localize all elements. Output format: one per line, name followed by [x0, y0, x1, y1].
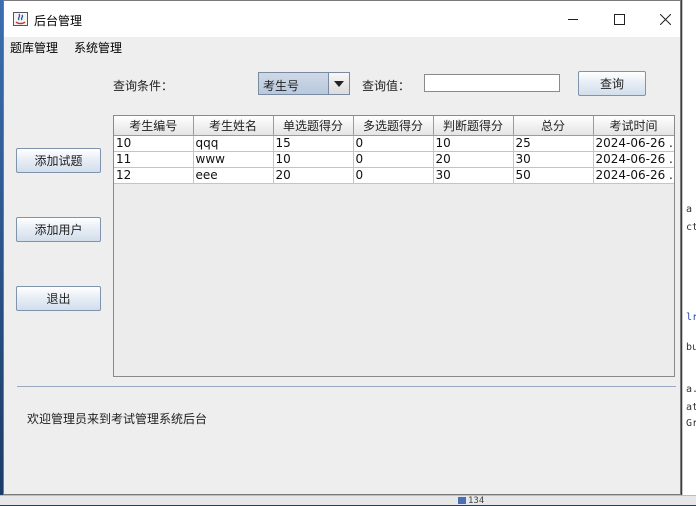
table-cell[interactable]: 0 — [353, 167, 434, 184]
close-button[interactable] — [642, 1, 688, 37]
column-header[interactable]: 单选题得分 — [273, 116, 354, 136]
table-cell[interactable]: 10 — [273, 151, 354, 168]
minimize-button[interactable] — [550, 1, 596, 37]
table-cell[interactable]: eee — [193, 167, 274, 184]
background-text: a — [686, 204, 693, 215]
table-cell[interactable]: 0 — [353, 151, 434, 168]
table-cell[interactable]: 10 — [114, 135, 194, 152]
background-text: at — [686, 402, 696, 413]
table-cell[interactable]: 30 — [433, 167, 514, 184]
close-icon — [659, 13, 671, 25]
background-text: Gr — [686, 418, 696, 429]
table-row[interactable]: 10 qqq 15 0 10 25 2024-06-26 ... — [114, 135, 674, 152]
table-cell[interactable]: 2024-06-26 ... — [593, 167, 674, 184]
search-button[interactable]: 查询 — [578, 71, 646, 96]
table-cell[interactable]: 2024-06-26 ... — [593, 151, 674, 168]
table-header-row: 考生编号 考生姓名 单选题得分 多选题得分 判断题得分 总分 考试时间 — [114, 116, 674, 136]
table-cell[interactable]: 20 — [433, 151, 514, 168]
menu-system[interactable]: 系统管理 — [72, 39, 124, 56]
score-grid: 考生编号 考生姓名 单选题得分 多选题得分 判断题得分 总分 考试时间 10 q… — [114, 116, 674, 184]
table-cell[interactable]: qqq — [193, 135, 274, 152]
minimize-icon — [567, 18, 578, 20]
query-value-input[interactable] — [424, 74, 560, 92]
column-header[interactable]: 考生编号 — [114, 116, 194, 136]
separator-line — [17, 386, 676, 387]
add-question-button[interactable]: 添加试题 — [16, 148, 101, 173]
column-header[interactable]: 多选题得分 — [353, 116, 434, 136]
table-row[interactable]: 11 www 10 0 20 30 2024-06-26 ... — [114, 151, 674, 168]
table-cell[interactable]: 15 — [273, 135, 354, 152]
title-bar[interactable]: 后台管理 — [4, 1, 680, 37]
background-text: bu — [686, 342, 696, 353]
admin-window: 后台管理 题库管理 系统管理 查询条件： 考生号 查询值： 查询 添加试题 添加… — [3, 0, 681, 495]
background-text: ct — [686, 222, 696, 233]
column-header[interactable]: 判断题得分 — [433, 116, 514, 136]
table-cell[interactable]: 11 — [114, 151, 194, 168]
table-row[interactable]: 12 eee 20 0 30 50 2024-06-26 ... — [114, 167, 674, 184]
maximize-icon — [613, 13, 625, 25]
table-cell[interactable]: 10 — [433, 135, 514, 152]
table-cell[interactable]: 0 — [353, 135, 434, 152]
column-header[interactable]: 考试时间 — [593, 116, 674, 136]
background-editor-fragment: a ct lr bu a. at Gr — [682, 0, 696, 504]
query-condition-value: 考生号 — [263, 79, 300, 93]
background-text: a. — [686, 384, 696, 395]
window-title: 后台管理 — [34, 14, 83, 28]
table-cell[interactable]: www — [193, 151, 274, 168]
menu-question-bank[interactable]: 题库管理 — [8, 39, 60, 56]
column-header[interactable]: 总分 — [513, 116, 594, 136]
column-header[interactable]: 考生姓名 — [193, 116, 274, 136]
add-user-button[interactable]: 添加用户 — [16, 217, 101, 242]
background-text: 134 — [458, 496, 484, 506]
table-cell[interactable]: 25 — [513, 135, 594, 152]
query-condition-select[interactable]: 考生号 — [258, 72, 350, 95]
table-cell[interactable]: 50 — [513, 167, 594, 184]
exit-button[interactable]: 退出 — [16, 286, 101, 311]
table-cell[interactable]: 20 — [273, 167, 354, 184]
maximize-button[interactable] — [596, 1, 642, 37]
chevron-down-icon — [334, 80, 344, 87]
table-cell[interactable]: 30 — [513, 151, 594, 168]
table-cell[interactable]: 2024-06-26 ... — [593, 135, 674, 152]
results-table[interactable]: 考生编号 考生姓名 单选题得分 多选题得分 判断题得分 总分 考试时间 10 q… — [113, 115, 675, 377]
background-text: lr — [686, 312, 696, 323]
welcome-message: 欢迎管理员来到考试管理系统后台 — [27, 412, 208, 426]
query-value-label: 查询值： — [362, 79, 411, 93]
table-cell[interactable]: 12 — [114, 167, 194, 184]
dropdown-arrow[interactable] — [328, 73, 349, 94]
query-condition-label: 查询条件： — [113, 79, 174, 93]
menu-bar: 题库管理 系统管理 — [4, 37, 680, 57]
java-app-icon — [13, 12, 28, 26]
